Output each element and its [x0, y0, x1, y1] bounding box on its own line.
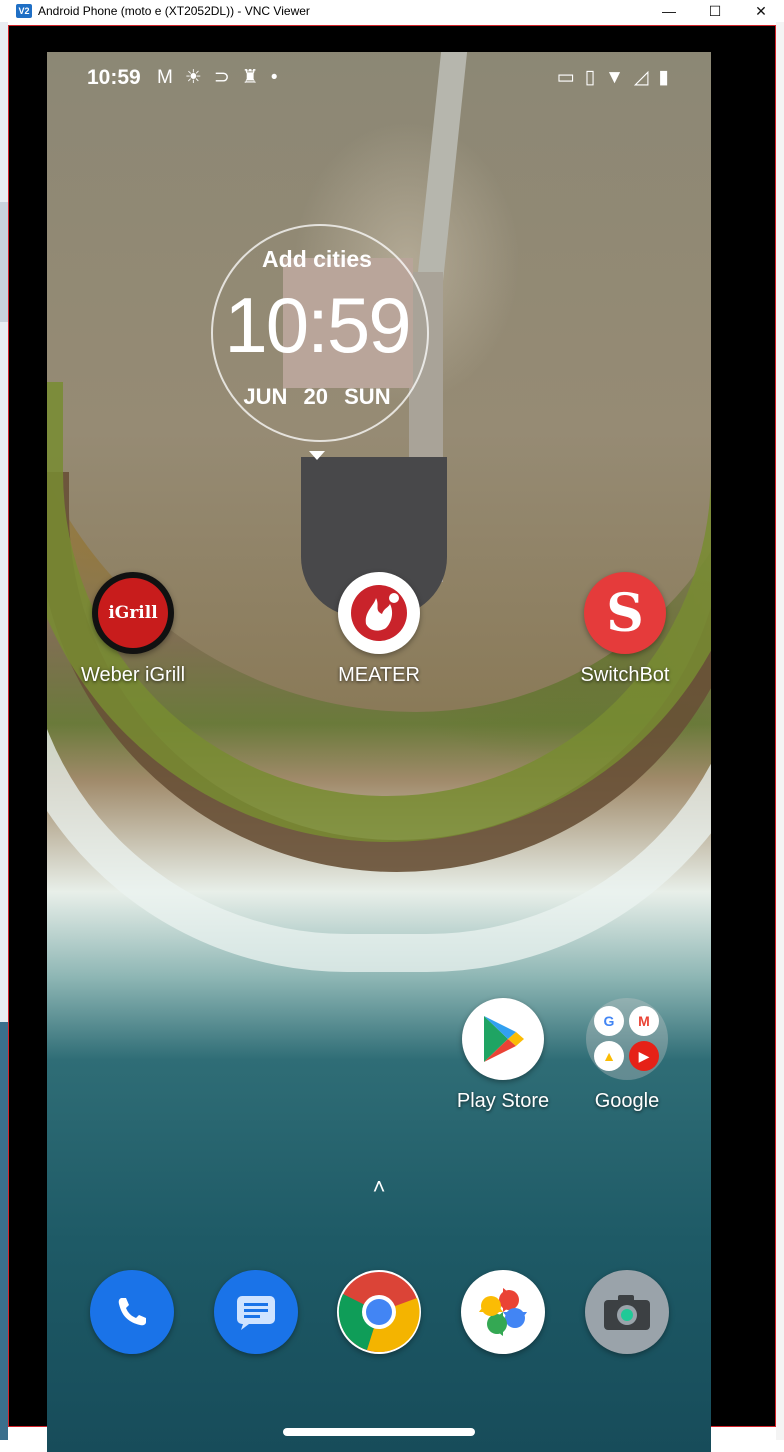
battery-icon: ▮ — [658, 67, 679, 88]
desktop-strip-segment — [0, 202, 8, 322]
weber-igrill-icon: iGrill — [92, 572, 174, 654]
minimize-button[interactable]: — — [646, 0, 692, 22]
dot-icon: • — [270, 67, 290, 88]
close-button[interactable]: ✕ — [738, 0, 784, 22]
widget-pointer-icon — [309, 451, 325, 460]
cast-icon: ▭ — [556, 67, 585, 88]
signal-icon: ◿ — [633, 67, 659, 88]
app-play-store[interactable]: Play Store — [433, 998, 573, 1113]
app-drawer-arrow-icon[interactable]: ˄ — [369, 1174, 389, 1200]
gmail-icon: M — [157, 67, 185, 88]
wifi-icon: ▼ — [605, 67, 634, 88]
app-label: Play Store — [456, 1090, 550, 1112]
clock-widget-date[interactable]: JUN 20 SUN — [227, 384, 407, 410]
background-desktop-strip — [776, 22, 784, 1440]
maximize-button[interactable]: ☐ — [692, 0, 738, 22]
camera-icon[interactable] — [585, 1270, 669, 1354]
app-label: Weber iGrill — [80, 664, 186, 686]
messages-icon[interactable] — [214, 1270, 298, 1354]
gesture-nav-pill[interactable] — [283, 1428, 475, 1436]
window-title: Android Phone (moto e (XT2052DL)) - VNC … — [38, 4, 310, 18]
background-desktop-strip — [0, 22, 8, 1440]
return-icon: ⊃ — [213, 67, 242, 88]
app-label: MEATER — [338, 664, 420, 686]
google-g-icon: G — [594, 1006, 624, 1036]
add-cities-label[interactable]: Add cities — [227, 246, 407, 273]
phone-screen[interactable]: 10:59 M☀⊃♜• ▭▯▼◿▮ Add cities 10:59 JUN 2… — [47, 52, 711, 1452]
google-folder-icon: G M ▲ ▶ — [586, 998, 668, 1080]
youtube-music-icon: ▶ — [629, 1041, 659, 1071]
app-meater[interactable]: MEATER — [309, 572, 449, 687]
photos-icon[interactable] — [461, 1270, 545, 1354]
app-label: SwitchBot — [580, 664, 670, 686]
folder-grid: G M ▲ ▶ — [586, 998, 668, 1080]
app-weber-igrill[interactable]: iGrill Weber iGrill — [63, 572, 203, 687]
brightness-icon: ☀ — [184, 67, 214, 88]
gmail-app-icon: M — [629, 1006, 659, 1036]
app-switchbot[interactable]: S SwitchBot — [555, 572, 695, 687]
chrome-icon[interactable] — [337, 1270, 421, 1354]
status-bar[interactable]: 10:59 M☀⊃♜• ▭▯▼◿▮ — [47, 52, 711, 104]
notification-icons: M☀⊃♜• — [157, 66, 290, 89]
status-time: 10:59 — [87, 66, 141, 89]
window-titlebar: V2 Android Phone (moto e (XT2052DL)) - V… — [0, 0, 784, 22]
lighthouse-icon: ♜ — [241, 67, 271, 88]
phone-icon[interactable] — [90, 1270, 174, 1354]
vnc-app-icon: V2 — [16, 4, 32, 18]
app-google-folder[interactable]: G M ▲ ▶ Google — [557, 998, 697, 1113]
app-label: Google — [594, 1090, 660, 1112]
vibrate-icon: ▯ — [584, 67, 606, 88]
play-store-icon — [462, 998, 544, 1080]
igrill-logo: iGrill — [98, 578, 168, 648]
meater-icon — [338, 572, 420, 654]
switchbot-icon: S — [584, 572, 666, 654]
clock-widget-time[interactable]: 10:59 — [207, 280, 427, 371]
drive-icon: ▲ — [594, 1041, 624, 1071]
system-icons: ▭▯▼◿▮ — [557, 66, 679, 89]
vnc-viewport: 10:59 M☀⊃♜• ▭▯▼◿▮ Add cities 10:59 JUN 2… — [8, 25, 776, 1452]
desktop-strip-segment — [0, 1022, 8, 1440]
